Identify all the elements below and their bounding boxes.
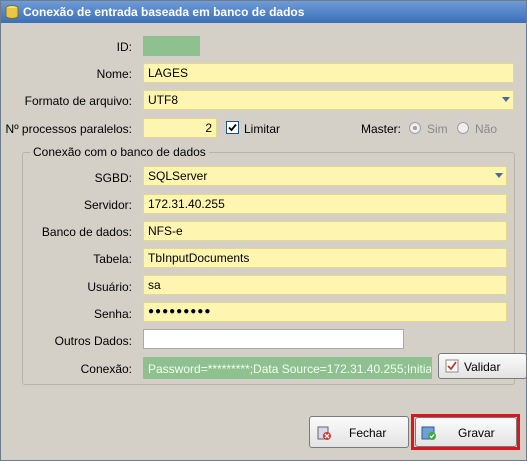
tabela-input[interactable]: TbInputDocuments: [143, 248, 507, 268]
formato-select[interactable]: UTF8: [143, 90, 514, 110]
validar-button[interactable]: Validar: [438, 353, 527, 379]
highlight-box: [411, 414, 520, 450]
id-label: ID:: [116, 40, 132, 54]
formato-label: Formato de arquivo:: [24, 94, 132, 108]
master-label: Master:: [361, 122, 402, 136]
tabela-label: Tabela:: [93, 252, 132, 266]
master-sim-label: Sim: [427, 122, 448, 136]
window-title: Conexão de entrada baseada em banco de d…: [23, 5, 305, 19]
chevron-down-icon[interactable]: [502, 97, 510, 102]
database-icon: [5, 5, 19, 19]
usuario-label: Usuário:: [87, 280, 132, 294]
sgbd-label: SGBD:: [94, 171, 132, 185]
master-sim-radio[interactable]: [409, 122, 421, 134]
master-nao-radio[interactable]: [457, 122, 469, 134]
master-nao-label: Não: [475, 122, 498, 136]
db-group-title: Conexão com o banco de dados: [30, 145, 209, 159]
dialog-window: Conexão de entrada baseada em banco de d…: [0, 0, 527, 461]
senha-label: Senha:: [93, 307, 132, 321]
sgbd-value: SQLServer: [148, 169, 208, 183]
fechar-button[interactable]: Fechar: [309, 416, 409, 448]
processos-input[interactable]: 2: [143, 118, 217, 138]
processos-label: Nº processos paralelos:: [5, 122, 132, 136]
servidor-label: Servidor:: [83, 198, 132, 212]
limitar-label: Limitar: [244, 122, 281, 136]
validar-label: Validar: [464, 360, 501, 374]
usuario-input[interactable]: sa: [143, 275, 507, 295]
conexao-label: Conexão:: [80, 362, 132, 376]
check-icon: [228, 123, 237, 132]
senha-input[interactable]: ●●●●●●●●●: [143, 302, 507, 322]
fechar-label: Fechar: [349, 426, 387, 440]
validate-icon: [445, 359, 459, 373]
sgbd-select[interactable]: SQLServer: [143, 166, 507, 186]
title-bar: Conexão de entrada baseada em banco de d…: [1, 1, 526, 23]
outros-input[interactable]: [143, 329, 404, 349]
outros-label: Outros Dados:: [54, 334, 132, 348]
nome-label: Nome:: [96, 67, 132, 81]
db-connection-group: [22, 152, 515, 385]
chevron-down-icon[interactable]: [495, 173, 503, 178]
id-field: [143, 36, 200, 56]
banco-label: Banco de dados:: [41, 225, 132, 239]
servidor-input[interactable]: 172.31.40.255: [143, 194, 507, 214]
conexao-field: Password=*********;Data Source=172.31.40…: [143, 357, 432, 379]
banco-input[interactable]: NFS-e: [143, 221, 507, 241]
formato-value: UTF8: [148, 93, 178, 107]
nome-input[interactable]: LAGES: [143, 63, 514, 83]
limitar-checkbox[interactable]: [226, 121, 239, 134]
close-icon: [317, 426, 331, 440]
